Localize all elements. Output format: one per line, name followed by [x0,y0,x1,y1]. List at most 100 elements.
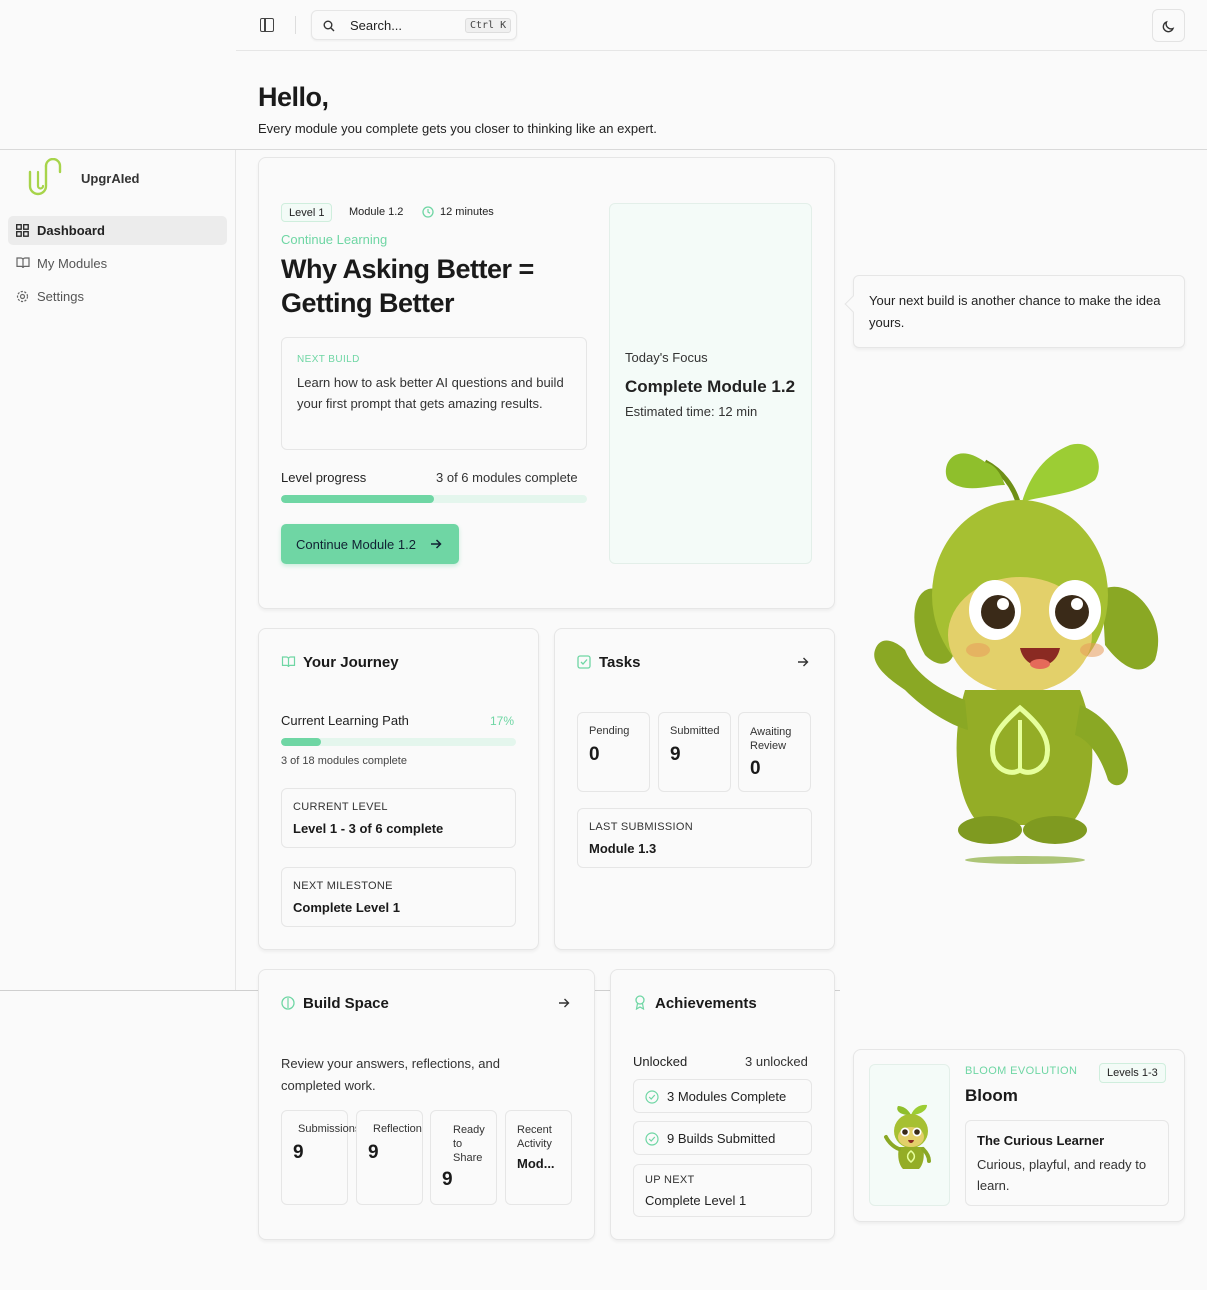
build-space-title: Build Space [303,995,389,1012]
task-stat-awaiting[interactable]: Awaiting Review 0 [738,712,811,792]
up-next-box: UP NEXT Complete Level 1 [633,1164,812,1217]
moon-icon [1162,20,1175,33]
continue-module-label: Continue Module 1.2 [296,537,416,552]
build-stat-value: 9 [442,1169,453,1190]
focus-estimate: Estimated time: 12 min [625,404,758,419]
book-icon [16,257,30,269]
sidebar-item-settings[interactable]: Settings [8,282,227,311]
current-level-label: CURRENT LEVEL [293,801,388,813]
task-stat-pending[interactable]: Pending 0 [577,712,650,792]
unlocked-label: Unlocked [633,1054,688,1069]
last-submission-value: Module 1.3 [589,841,657,856]
up-next-value: Complete Level 1 [645,1193,747,1208]
achievement-label: 3 Modules Complete [667,1089,787,1104]
next-build-label: NEXT BUILD [297,354,360,365]
page-subtitle: Every module you complete gets you close… [258,121,657,136]
book-icon [281,656,296,668]
task-stat-value: 0 [589,744,600,765]
current-level-box: CURRENT LEVEL Level 1 - 3 of 6 complete [281,788,516,848]
mascot-illustration [874,443,1159,864]
task-stat-label: Awaiting Review [750,726,792,752]
check-circle-icon [645,1132,659,1146]
hero-title-line1: Why Asking Better = [281,254,534,284]
bloom-stage-desc: Curious, playful, and ready to learn. [977,1157,1147,1193]
learning-path-label: Current Learning Path [281,713,409,728]
level-progress-text: 3 of 6 modules complete [436,470,578,485]
module-badge: Module 1.2 [349,206,404,218]
current-level-value: Level 1 - 3 of 6 complete [293,821,444,836]
achievements-title: Achievements [655,995,757,1012]
sidebar-item-label: Dashboard [37,223,105,238]
build-stat-label: Reflections [373,1123,423,1135]
bloom-avatar-box [869,1064,950,1206]
continue-module-button[interactable]: Continue Module 1.2 [281,524,459,564]
check-circle-icon [645,1090,659,1104]
build-arrow-icon[interactable] [559,998,570,1008]
build-stat-label: Recent Activity [517,1124,552,1150]
award-icon [635,995,645,1010]
next-build-box: NEXT BUILD Learn how to ask better AI qu… [281,337,587,450]
search-box[interactable]: Search... Ctrl K [311,10,517,40]
theme-toggle-button[interactable] [1152,9,1185,42]
task-stat-value: 0 [750,758,761,779]
logo-icon [28,158,62,196]
journey-title: Your Journey [303,654,399,671]
build-space-desc: Review your answers, reflections, and co… [281,1056,500,1093]
level-progress-label: Level progress [281,470,367,485]
grid-icon [16,224,29,237]
leaf-icon [281,996,295,1010]
speech-text: Your next build is another chance to mak… [869,293,1161,330]
learning-path-fill [281,738,321,746]
bloom-stage-title: The Curious Learner [977,1133,1105,1148]
page-title: Hello, [258,82,329,112]
focus-title: Complete Module 1.2 [625,377,796,396]
mascot-small-icon [884,1104,931,1169]
bloom-stage-box: The Curious Learner Curious, playful, an… [965,1120,1169,1206]
achievement-item: 3 Modules Complete [633,1079,812,1113]
level-progress-bar [281,495,587,503]
duration-text: 12 minutes [440,206,494,218]
task-stat-value: 9 [670,744,681,765]
tasks-arrow-icon[interactable] [798,657,809,667]
next-build-text: Learn how to ask better AI questions and… [297,375,564,411]
task-stat-label: Pending [589,725,630,737]
sidebar-toggle-icon[interactable] [260,18,274,32]
build-stat-reflections[interactable]: Reflections 9 [356,1110,423,1205]
topbar-divider [295,16,296,34]
bloom-name: Bloom [965,1086,1018,1105]
last-submission-box: LAST SUBMISSION Module 1.3 [577,808,812,868]
build-stat-label: Ready to Share [453,1124,485,1164]
sidebar-item-label: My Modules [37,256,108,271]
todays-focus-panel: Today's Focus Complete Module 1.2 Estima… [609,203,812,564]
achievement-item: 9 Builds Submitted [633,1121,812,1155]
learning-path-bar [281,738,516,746]
hero-title-line2: Getting Better [281,288,455,318]
search-input[interactable]: Search... [350,18,402,33]
speech-pointer [844,295,862,313]
build-stat-submissions[interactable]: Submissions 9 [281,1110,360,1205]
hero-kicker: Continue Learning [281,232,388,247]
search-icon [323,20,335,32]
task-stat-submitted[interactable]: Submitted 9 [658,712,731,792]
gear-icon [16,290,29,303]
learning-path-sub: 3 of 18 modules complete [281,755,407,767]
build-stat-recent[interactable]: Recent Activity Mod... [505,1110,572,1205]
build-stat-value: 9 [368,1142,379,1163]
clock-icon [422,206,434,218]
build-stat-label: Submissions [298,1123,361,1135]
next-milestone-value: Complete Level 1 [293,900,400,915]
next-milestone-label: NEXT MILESTONE [293,880,393,892]
tasks-title: Tasks [599,654,641,671]
task-stat-label: Submitted [670,725,720,737]
unlocked-count: 3 unlocked [745,1054,808,1069]
sidebar-item-dashboard[interactable]: Dashboard [8,216,227,245]
last-submission-label: LAST SUBMISSION [589,821,693,833]
focus-label: Today's Focus [625,350,708,365]
bloom-levels-badge: Levels 1-3 [1099,1063,1166,1083]
build-stat-ready[interactable]: Ready to Share 9 [430,1110,497,1205]
brand-name: UpgrAIed [81,171,140,186]
achievement-label: 9 Builds Submitted [667,1131,776,1146]
sidebar-item-my-modules[interactable]: My Modules [8,249,227,278]
checkbox-icon [577,655,591,669]
level-progress-fill [281,495,434,503]
